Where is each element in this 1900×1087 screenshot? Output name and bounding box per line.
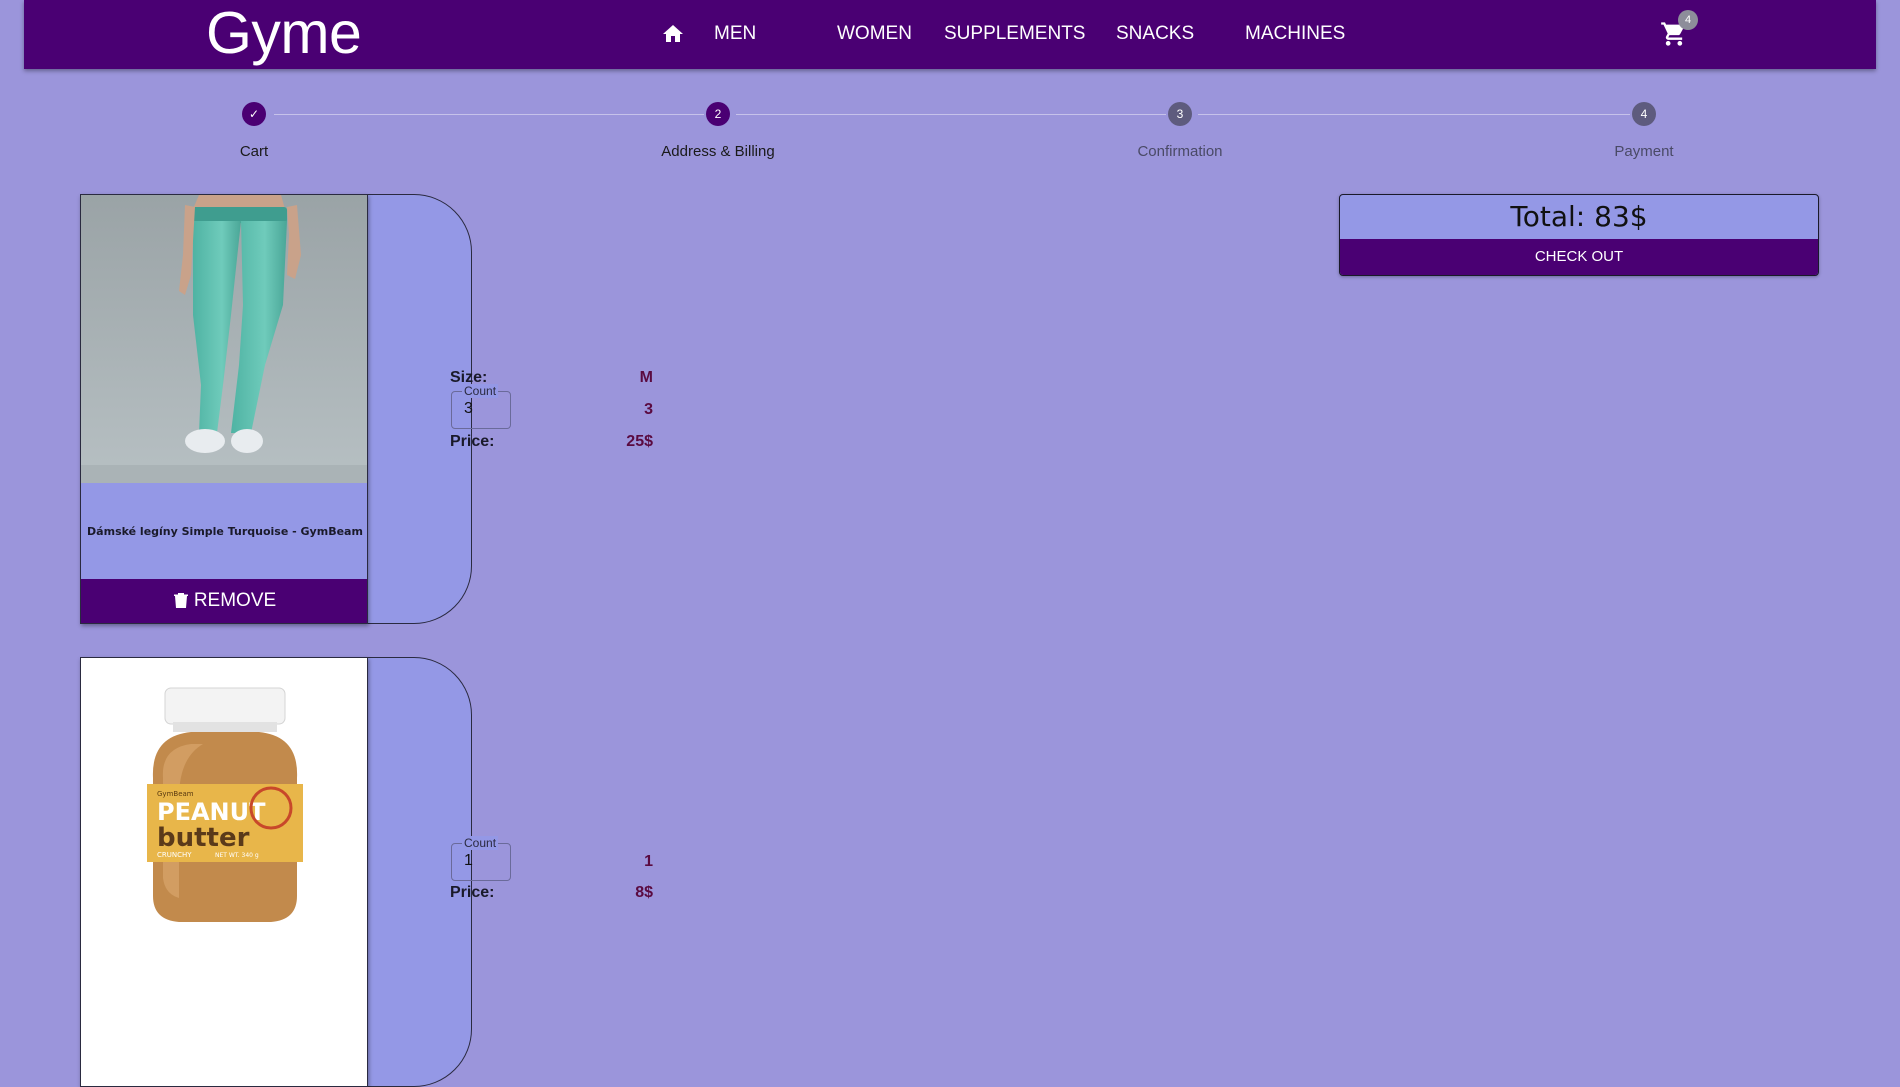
price-label: Price: xyxy=(450,884,495,901)
count-field[interactable]: Count 3 xyxy=(451,384,511,429)
nav-men[interactable]: MEN xyxy=(714,22,756,46)
trash-icon xyxy=(173,593,188,608)
nav-women[interactable]: WOMEN xyxy=(837,22,912,46)
count-input[interactable]: 1 xyxy=(464,852,473,870)
cart-item: Size: M Count 3 3 Price: 25$ Dámské legí… xyxy=(80,194,653,624)
product-image-leggings xyxy=(81,195,367,483)
count-label: Count xyxy=(462,384,499,398)
total-amount: Total: 83$ xyxy=(1510,200,1648,233)
jar-variant: CRUNCHY xyxy=(157,851,192,859)
count-label: Count xyxy=(462,836,499,850)
step-label-payment: Payment xyxy=(1614,143,1674,160)
jar-title-line2: butter xyxy=(157,823,250,853)
cart-item: Count 1 1 Price: 8$ GymBeam PEANUT butte… xyxy=(80,657,653,1087)
count-value: 1 xyxy=(644,853,653,870)
logo[interactable]: Gyme xyxy=(206,2,362,64)
step-connector xyxy=(1198,114,1630,115)
remove-label: REMOVE xyxy=(193,590,277,611)
count-value: 3 xyxy=(644,401,653,418)
jar-title-line1: PEANUT xyxy=(157,798,266,826)
product-card: GymBeam PEANUT butter CRUNCHY NET WT. 34… xyxy=(80,657,368,1087)
count-field[interactable]: Count 1 xyxy=(451,836,511,881)
jar-brand: GymBeam xyxy=(157,790,194,798)
step-connector xyxy=(736,114,1166,115)
count-input[interactable]: 3 xyxy=(464,400,473,418)
step-connector xyxy=(274,114,704,115)
jar-weight: NET WT. 340 g xyxy=(215,852,259,859)
remove-button[interactable]: REMOVE xyxy=(81,579,367,623)
price-value: 25$ xyxy=(626,433,653,450)
price-label: Price: xyxy=(450,433,495,450)
order-summary: Total: 83$ CHECK OUT xyxy=(1339,194,1819,276)
home-icon[interactable] xyxy=(660,22,686,46)
price-value: 8$ xyxy=(635,884,653,901)
step-label-confirmation: Confirmation xyxy=(1137,143,1223,160)
step-label-address: Address & Billing xyxy=(661,143,775,160)
cart-count-badge: 4 xyxy=(1678,10,1698,30)
product-image-peanut-butter: GymBeam PEANUT butter CRUNCHY NET WT. 34… xyxy=(81,658,367,946)
step-payment-marker: 4 xyxy=(1632,102,1656,126)
app-bar: Gyme MEN WOMEN SUPPLEMENTS SNACKS MACHIN… xyxy=(24,0,1876,69)
step-label-cart[interactable]: Cart xyxy=(134,143,374,161)
step-address-marker: 2 xyxy=(706,102,730,126)
step-cart-check-icon[interactable]: ✓ xyxy=(242,102,266,126)
nav-machines[interactable]: MACHINES xyxy=(1245,22,1345,46)
size-value: M xyxy=(639,369,653,386)
checkout-button[interactable]: CHECK OUT xyxy=(1340,239,1818,275)
nav-supplements[interactable]: SUPPLEMENTS xyxy=(944,22,1085,46)
product-name: Dámské legíny Simple Turquoise - GymBeam xyxy=(87,525,363,538)
step-confirmation-marker: 3 xyxy=(1168,102,1192,126)
nav-snacks[interactable]: SNACKS xyxy=(1116,22,1194,46)
product-card: Dámské legíny Simple Turquoise - GymBeam… xyxy=(80,194,368,624)
